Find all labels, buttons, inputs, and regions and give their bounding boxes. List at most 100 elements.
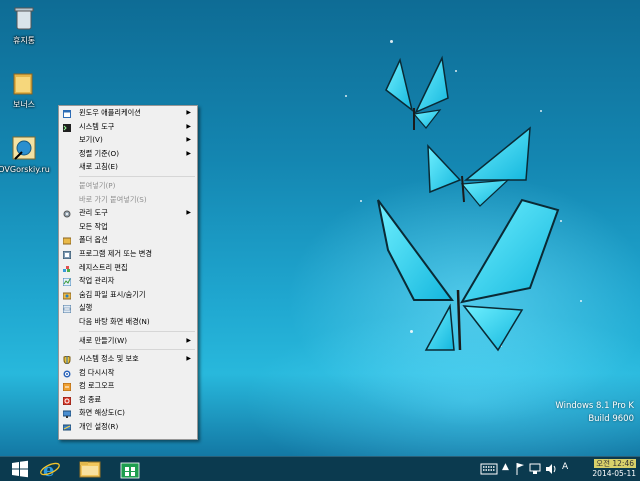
context-menu-item-label: 붙여넣기(P): [79, 180, 116, 190]
context-menu-item[interactable]: 보기(V) ▶: [59, 133, 197, 147]
menu-separator: [79, 175, 195, 177]
restart-icon: [63, 369, 71, 378]
context-menu-item-label: 숨김 파일 표시/숨기기: [79, 289, 146, 299]
run-icon: [62, 304, 72, 314]
context-menu-item-label: 새로 고침(E): [79, 162, 118, 172]
menu-separator: [79, 349, 195, 351]
system-tray: ▲ A 오전 12:46 2014-05-11: [480, 457, 640, 481]
context-menu-item[interactable]: 화면 해상도(C): [59, 406, 197, 420]
admin-tools-icon: [63, 209, 71, 218]
context-menu-item-label: 실행: [79, 303, 93, 313]
touch-keyboard-icon[interactable]: [480, 462, 498, 476]
desktop-icon-bonus-folder[interactable]: 보너스: [0, 68, 54, 110]
context-menu-item[interactable]: 새로 고침(E): [59, 160, 197, 174]
submenu-arrow-icon: ▶: [186, 209, 191, 217]
context-menu-item-label: 작업 관리자: [79, 276, 115, 286]
folder-icon: [10, 68, 38, 96]
context-menu-item-label: 보기(V): [79, 135, 103, 145]
display-icon: [62, 409, 72, 419]
context-menu-item-label: 윈도우 애플리케이션: [79, 108, 141, 117]
context-menu-item-label: 관리 도구: [79, 208, 108, 218]
context-menu-item[interactable]: 새로 만들기(W) ▶: [59, 334, 197, 348]
context-menu-item[interactable]: 다음 바탕 화면 배경(N): [59, 315, 197, 329]
context-menu-item[interactable]: 컴 로그오프: [59, 379, 197, 393]
folder-options-icon: [62, 236, 72, 245]
context-menu-item[interactable]: 숨김 파일 표시/숨기기: [59, 288, 197, 302]
context-menu-item[interactable]: 시스템 정소 및 보호 ▶: [59, 352, 197, 366]
clock-time: 오전 12:46: [594, 459, 636, 468]
submenu-arrow-icon: ▶: [186, 136, 191, 144]
context-menu-item-label: 시스템 정소 및 보호: [79, 354, 139, 364]
recycle-bin-label: 휴지통: [12, 36, 36, 45]
context-menu-item-label: 폴더 옵션: [79, 235, 108, 245]
task-manager-icon: [62, 277, 72, 287]
submenu-arrow-icon: ▶: [186, 109, 191, 116]
context-menu-item[interactable]: 시스템 도구 ▶: [59, 120, 197, 134]
context-menu-item[interactable]: 관리 도구 ▶: [59, 206, 197, 220]
watermark-build: Build 9600: [588, 414, 634, 424]
context-menu-item[interactable]: 레지스트리 편집: [59, 261, 197, 275]
internet-explorer-icon: e: [40, 460, 60, 481]
context-menu-item-label: 다음 바탕 화면 배경(N): [79, 316, 150, 326]
submenu-arrow-icon: ▶: [186, 336, 191, 344]
context-menu-item-label: 시스템 도구: [79, 121, 115, 131]
submenu-arrow-icon: ▶: [186, 149, 191, 157]
butterfly-middle: [427, 126, 531, 207]
context-menu-item[interactable]: 개인 설정(R): [59, 420, 197, 434]
butterflies-wallpaper-art: [377, 55, 560, 352]
context-menu-item: 바로 가기 붙여넣기(S): [59, 193, 197, 207]
butterfly-bottom: [377, 198, 560, 352]
shutdown-icon: [62, 396, 72, 406]
desktop-background[interactable]: 휴지통 보너스 OVGorskiy.ru 윈도우 애플리케이션 ▶ 시스템 도구 ▶ 보…: [0, 0, 640, 456]
submenu-arrow-icon: ▶: [186, 122, 191, 130]
ime-language-indicator[interactable]: A: [562, 462, 568, 472]
windows-version-watermark: Windows 8.1 Pro K Build 9600: [555, 400, 634, 426]
sparkle-decoration: [390, 40, 393, 43]
internet-explorer-button[interactable]: e: [30, 457, 70, 481]
file-explorer-button[interactable]: [70, 457, 110, 481]
programs-icon: [62, 250, 72, 260]
context-menu-item-label: 새로 만들기(W): [79, 335, 128, 345]
context-menu-item-label: 모든 작업: [79, 221, 108, 231]
desktop-icon-ovgorskiy[interactable]: OVGorskiy.ru: [0, 134, 54, 174]
store-icon: [120, 462, 140, 479]
context-menu-item-label: 컴 다시시작: [79, 367, 115, 377]
action-center-flag-icon[interactable]: [515, 462, 525, 476]
menu-separator: [79, 330, 195, 332]
desktop-icon-recycle-bin[interactable]: 휴지통: [0, 4, 54, 46]
taskbar-clock[interactable]: 오전 12:46 2014-05-11: [592, 459, 636, 479]
context-menu-item-label: 바로 가기 붙여넣기(S): [79, 194, 147, 204]
context-menu-item[interactable]: 모든 작업: [59, 220, 197, 234]
show-hidden-icons-icon[interactable]: ▲: [502, 462, 509, 472]
personalize-icon: [62, 423, 72, 431]
recycle-bin-icon: [10, 4, 38, 32]
context-menu-item-label: 정렬 기준(O): [79, 148, 120, 158]
context-menu-item[interactable]: 프로그램 제거 또는 변경: [59, 247, 197, 261]
file-explorer-icon: [79, 461, 101, 478]
ovgorskiy-label: OVGorskiy.ru: [0, 165, 50, 174]
bonus-folder-label: 보너스: [12, 100, 36, 109]
context-menu-item[interactable]: 작업 관리자: [59, 274, 197, 288]
butterfly-top: [385, 55, 449, 130]
desktop-context-menu: 윈도우 애플리케이션 ▶ 시스템 도구 ▶ 보기(V) ▶ 정렬 기준(O) ▶ 새로 고침(E…: [58, 105, 198, 440]
context-menu-item-label: 프로그램 제거 또는 변경: [79, 248, 152, 258]
context-menu-item[interactable]: 정렬 기준(O) ▶: [59, 147, 197, 161]
context-menu-item-label: 개인 설정(R): [79, 422, 119, 432]
submenu-arrow-icon: ▶: [186, 355, 191, 363]
registry-icon: [63, 264, 71, 272]
context-menu-item[interactable]: 실행: [59, 301, 197, 315]
volume-icon[interactable]: [544, 462, 558, 476]
network-icon[interactable]: [528, 462, 542, 476]
context-menu-item-label: 컴 로그오프: [79, 381, 115, 391]
website-shortcut-icon: [10, 134, 38, 162]
context-menu-item-label: 레지스트리 편집: [79, 262, 128, 272]
context-menu-item[interactable]: 컴 종료: [59, 393, 197, 407]
shield-icon: [63, 355, 71, 365]
context-menu-item-label: 컴 종료: [79, 394, 102, 404]
context-menu-item[interactable]: 윈도우 애플리케이션 ▶: [59, 106, 197, 120]
store-button[interactable]: [110, 457, 150, 481]
context-menu-item: 붙여넣기(P): [59, 179, 197, 193]
watermark-edition: Windows 8.1 Pro K: [555, 401, 634, 411]
context-menu-item[interactable]: 컴 다시시작: [59, 366, 197, 380]
context-menu-item[interactable]: 폴더 옵션: [59, 233, 197, 247]
